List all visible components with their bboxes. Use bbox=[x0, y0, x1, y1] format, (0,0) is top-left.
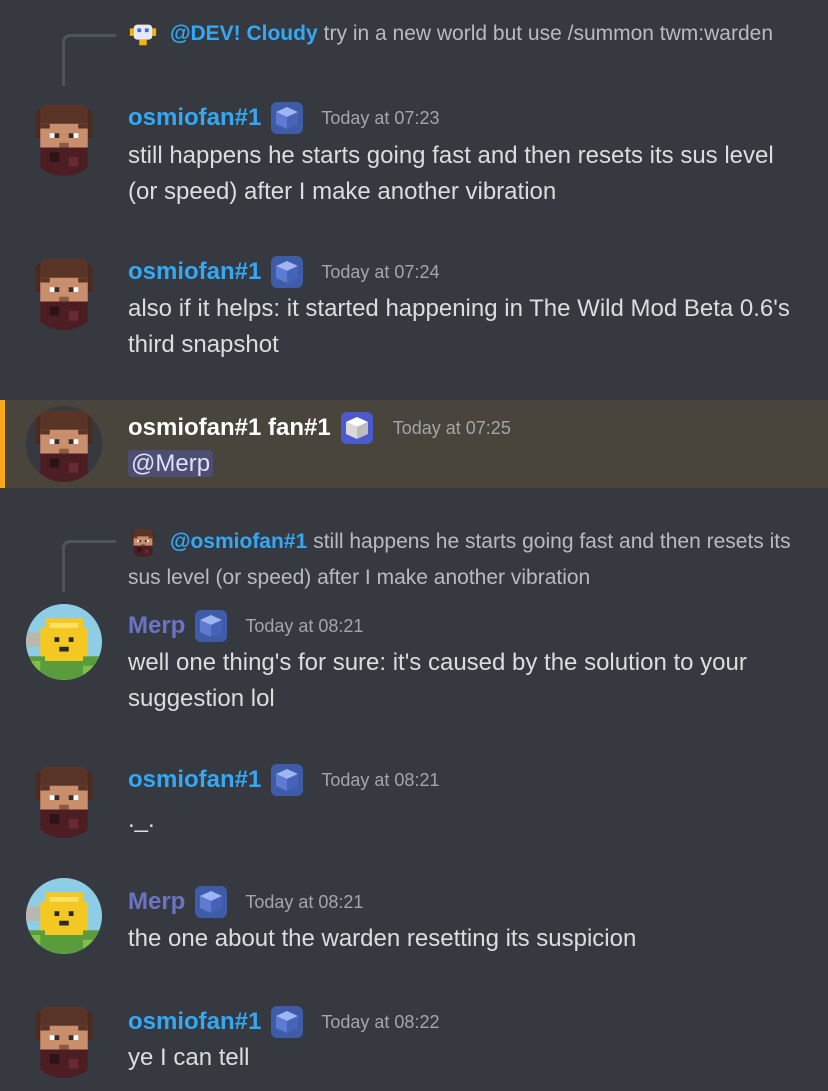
message: osmiofan#1 Today at 07:24 also if it hel… bbox=[0, 240, 828, 370]
reply-author[interactable]: @DEV! Cloudy bbox=[170, 22, 318, 45]
user-mention[interactable]: @Merp bbox=[128, 450, 214, 477]
message-text: the one about the warden resetting its s… bbox=[128, 925, 637, 952]
username[interactable]: Merp bbox=[128, 612, 185, 640]
timestamp: Today at 08:22 bbox=[321, 1011, 440, 1032]
avatar[interactable] bbox=[26, 406, 102, 482]
message: Merp Today at 08:21 the one about the wa… bbox=[0, 870, 828, 970]
username[interactable]: osmiofan#1 bbox=[128, 766, 261, 794]
reply-preview[interactable]: @osmiofan#1 still happens he starts going… bbox=[128, 524, 808, 596]
blue-cube-icon[interactable] bbox=[195, 886, 227, 918]
message-text: ._. bbox=[128, 806, 155, 833]
blue-cube-icon[interactable] bbox=[271, 256, 303, 288]
message-text: also if it helps: it started happening i… bbox=[128, 295, 790, 358]
timestamp: Today at 07:25 bbox=[392, 417, 511, 438]
avatar[interactable] bbox=[26, 100, 102, 176]
avatar[interactable] bbox=[26, 604, 102, 680]
message: osmiofan#1 Today at 08:22 ye I can tell bbox=[0, 990, 828, 1091]
username[interactable]: osmiofan#1 bbox=[128, 258, 261, 286]
avatar[interactable] bbox=[26, 254, 102, 330]
reply-spine bbox=[62, 34, 116, 86]
blue-cube-icon[interactable] bbox=[271, 102, 303, 134]
blue-cube-icon[interactable] bbox=[271, 1006, 303, 1038]
message-text: still happens he starts going fast and t… bbox=[128, 142, 774, 205]
timestamp: Today at 08:21 bbox=[245, 891, 364, 912]
avatar[interactable] bbox=[26, 1002, 102, 1078]
white-cube-icon[interactable] bbox=[341, 412, 373, 444]
message-header: osmiofan#1 Today at 08:22 bbox=[128, 1004, 439, 1040]
message-header: osmiofan#1 fan#1 Today at 07:25 bbox=[128, 410, 511, 446]
timestamp: Today at 08:21 bbox=[321, 769, 440, 790]
timestamp: Today at 07:23 bbox=[321, 107, 440, 128]
robot-avatar-icon bbox=[128, 19, 158, 49]
reply-preview[interactable]: @DEV! Cloudy try in a new world but use /… bbox=[128, 16, 808, 52]
message-text: well one thing's for sure: it's caused b… bbox=[128, 649, 747, 712]
message-header: osmiofan#1 Today at 08:21 bbox=[128, 762, 439, 798]
message-header: Merp Today at 08:21 bbox=[128, 884, 363, 920]
message-header: osmiofan#1 Today at 07:24 bbox=[128, 254, 439, 290]
message-text: @Merp bbox=[128, 446, 808, 482]
avatar[interactable] bbox=[26, 762, 102, 838]
username[interactable]: osmiofan#1 fan#1 bbox=[128, 414, 331, 442]
timestamp: Today at 07:24 bbox=[321, 261, 440, 282]
username[interactable]: Merp bbox=[128, 888, 185, 916]
blue-cube-icon[interactable] bbox=[271, 764, 303, 796]
mention-highlighted-message: osmiofan#1 fan#1 Today at 07:25 @Merp bbox=[0, 400, 828, 488]
message: @DEV! Cloudy try in a new world but use /… bbox=[0, 0, 828, 220]
message-header: osmiofan#1 Today at 07:23 bbox=[128, 100, 439, 136]
pixel-face-avatar-icon bbox=[128, 527, 158, 557]
message-list: @DEV! Cloudy try in a new world but use /… bbox=[0, 0, 828, 1091]
avatar[interactable] bbox=[26, 878, 102, 954]
username[interactable]: osmiofan#1 bbox=[128, 1008, 261, 1036]
message-header: Merp Today at 08:21 bbox=[128, 608, 363, 644]
message: @osmiofan#1 still happens he starts going… bbox=[0, 510, 828, 720]
reply-spine bbox=[62, 540, 116, 592]
timestamp: Today at 08:21 bbox=[245, 615, 364, 636]
message-text: ye I can tell bbox=[128, 1044, 250, 1071]
reply-author[interactable]: @osmiofan#1 bbox=[170, 530, 307, 553]
username[interactable]: osmiofan#1 bbox=[128, 104, 261, 132]
message: osmiofan#1 Today at 08:21 ._. bbox=[0, 750, 828, 850]
blue-cube-icon[interactable] bbox=[195, 610, 227, 642]
reply-text: try in a new world but use /summon twm:w… bbox=[323, 22, 774, 45]
